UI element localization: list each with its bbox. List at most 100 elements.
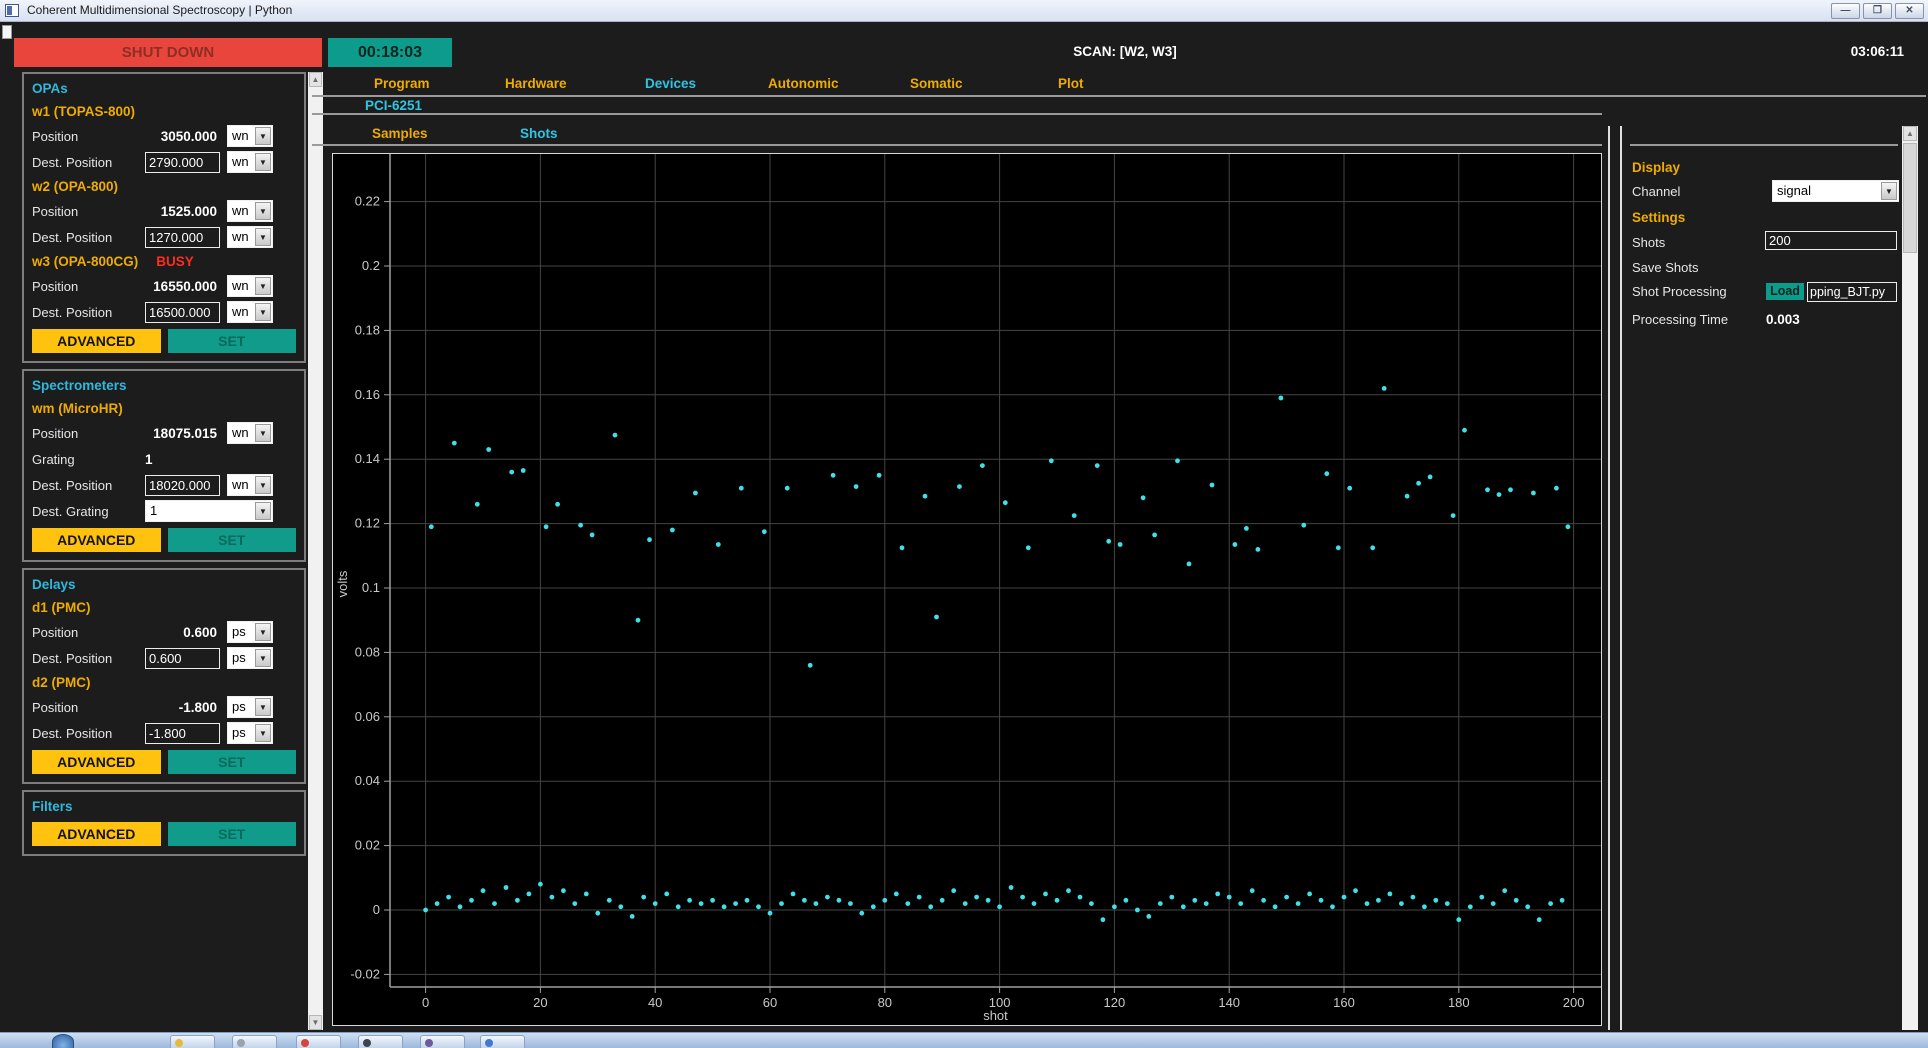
data-point — [1387, 891, 1393, 897]
script-filename-field[interactable]: pping_BJT.py — [1807, 282, 1897, 302]
destination-input[interactable] — [145, 647, 220, 669]
shutdown-button[interactable]: SHUT DOWN — [14, 38, 322, 67]
chevron-down-icon[interactable]: ▼ — [255, 277, 271, 295]
busy-badge: BUSY — [156, 254, 194, 269]
menu-tab-somatic[interactable]: Somatic — [910, 76, 963, 91]
set-button[interactable]: SET — [167, 528, 296, 552]
data-point — [807, 662, 813, 668]
units-select[interactable]: ps ▼ — [227, 722, 273, 744]
data-point — [1427, 474, 1433, 480]
units-select[interactable]: wn ▼ — [227, 301, 273, 323]
data-point — [583, 891, 589, 897]
settings-header: Settings — [1632, 209, 1686, 225]
taskbar-app-gray-icon — [237, 1039, 245, 1047]
chevron-down-icon[interactable]: ▼ — [255, 127, 271, 145]
start-orb-icon[interactable] — [52, 1034, 74, 1048]
units-select[interactable]: ps ▼ — [227, 696, 273, 718]
taskbar-app-purple[interactable] — [420, 1035, 465, 1048]
hardware-name: w1 (TOPAS-800) — [32, 104, 136, 119]
destination-input[interactable] — [145, 722, 220, 744]
tab-samples[interactable]: Samples — [372, 126, 428, 141]
chevron-down-icon[interactable]: ▼ — [255, 303, 271, 321]
units-select[interactable]: ps ▼ — [227, 621, 273, 643]
destination-input[interactable] — [145, 301, 220, 323]
menu-tab-devices[interactable]: Devices — [645, 76, 696, 91]
tab-shots[interactable]: Shots — [520, 126, 558, 141]
units-select[interactable]: wn ▼ — [227, 200, 273, 222]
data-point — [1094, 463, 1100, 468]
windows-taskbar[interactable] — [0, 1032, 1928, 1048]
splitter-line[interactable] — [1608, 126, 1610, 1030]
scroll-down-icon[interactable]: ▼ — [309, 1015, 322, 1030]
units-select[interactable]: ps ▼ — [227, 647, 273, 669]
select-value: ps — [232, 650, 246, 665]
set-button[interactable]: SET — [167, 750, 296, 774]
section-filters: Filters ADVANCED SET — [22, 790, 306, 856]
hardware-row: Dest. Position wn ▼ — [32, 472, 296, 498]
scrollbar-thumb[interactable] — [1903, 143, 1917, 253]
app-icon — [5, 4, 19, 17]
chevron-down-icon[interactable]: ▼ — [255, 724, 271, 742]
restore-button[interactable]: ❐ — [1863, 3, 1892, 19]
data-point — [1548, 901, 1553, 906]
run-timer: 00:18:03 — [328, 38, 452, 67]
advanced-button[interactable]: ADVANCED — [32, 750, 161, 774]
window-titlebar[interactable]: Coherent Multidimensional Spectroscopy |… — [0, 0, 1928, 22]
destination-input[interactable] — [145, 226, 220, 248]
chevron-down-icon[interactable]: ▼ — [255, 228, 271, 246]
taskbar-app-red[interactable] — [296, 1035, 341, 1048]
taskbar-app-dark[interactable] — [358, 1035, 403, 1048]
section-spectrometers: Spectrometers wm (MicroHR) Position 18075.0… — [22, 369, 306, 562]
destination-input[interactable] — [145, 151, 220, 173]
units-select[interactable]: wn ▼ — [227, 275, 273, 297]
grating-select[interactable]: 1 ▼ — [145, 500, 273, 522]
chevron-down-icon[interactable]: ▼ — [255, 502, 271, 520]
shots-label: Shots — [1632, 234, 1666, 250]
menu-tab-hardware[interactable]: Hardware — [505, 76, 567, 91]
advanced-button[interactable]: ADVANCED — [32, 528, 161, 552]
menu-tab-program[interactable]: Program — [374, 76, 430, 91]
taskbar-app-blue[interactable] — [480, 1035, 525, 1048]
shots-plot-area[interactable]: -0.02 0 0.02 0.04 0.06 0.08 0.1 0.12 0.14 0.16 0.1… — [332, 153, 1602, 1026]
taskbar-app-gray[interactable] — [232, 1035, 277, 1048]
units-select[interactable]: wn ▼ — [227, 226, 273, 248]
load-script-button[interactable]: Load — [1766, 283, 1804, 300]
set-button[interactable]: SET — [167, 822, 296, 846]
advanced-button[interactable]: ADVANCED — [32, 329, 161, 353]
chevron-down-icon[interactable]: ▼ — [255, 424, 271, 442]
chevron-down-icon[interactable]: ▼ — [255, 153, 271, 171]
data-point — [1513, 897, 1519, 903]
chevron-down-icon[interactable]: ▼ — [255, 623, 271, 641]
minimize-button[interactable]: — — [1831, 3, 1860, 19]
hardware-row: Position 3050.000 wn ▼ — [32, 123, 296, 149]
scroll-up-icon[interactable]: ▲ — [309, 72, 322, 87]
splitter-line-2[interactable] — [1620, 126, 1622, 1030]
units-select[interactable]: wn ▼ — [227, 125, 273, 147]
set-button[interactable]: SET — [167, 329, 296, 353]
tab-pci-6251[interactable]: PCI-6251 — [365, 98, 422, 113]
data-point — [1399, 901, 1404, 906]
right-panel-scrollbar[interactable]: ▲ — [1902, 126, 1918, 1030]
sidebar-scrollbar[interactable]: ▲ ▼ — [308, 72, 323, 1030]
chevron-down-icon[interactable]: ▼ — [255, 476, 271, 494]
chevron-down-icon[interactable]: ▼ — [255, 202, 271, 220]
data-point — [1416, 480, 1421, 486]
scroll-up-icon[interactable]: ▲ — [1903, 126, 1917, 141]
units-select[interactable]: wn ▼ — [227, 151, 273, 173]
advanced-button[interactable]: ADVANCED — [32, 822, 161, 846]
menu-tab-autonomic[interactable]: Autonomic — [768, 76, 839, 91]
units-select[interactable]: wn ▼ — [227, 474, 273, 496]
data-point — [451, 440, 457, 446]
channel-select[interactable]: signal ▼ — [1772, 180, 1899, 202]
chevron-down-icon[interactable]: ▼ — [255, 649, 271, 667]
channel-value: signal — [1777, 183, 1811, 198]
taskbar-app-yellow[interactable] — [170, 1035, 215, 1048]
menu-tab-plot[interactable]: Plot — [1058, 76, 1084, 91]
shots-input[interactable] — [1765, 231, 1897, 250]
chevron-down-icon[interactable]: ▼ — [1881, 182, 1897, 200]
destination-input[interactable] — [145, 474, 220, 496]
data-point — [957, 484, 962, 489]
close-button[interactable]: ✕ — [1895, 3, 1924, 19]
chevron-down-icon[interactable]: ▼ — [255, 698, 271, 716]
units-select[interactable]: wn ▼ — [227, 422, 273, 444]
